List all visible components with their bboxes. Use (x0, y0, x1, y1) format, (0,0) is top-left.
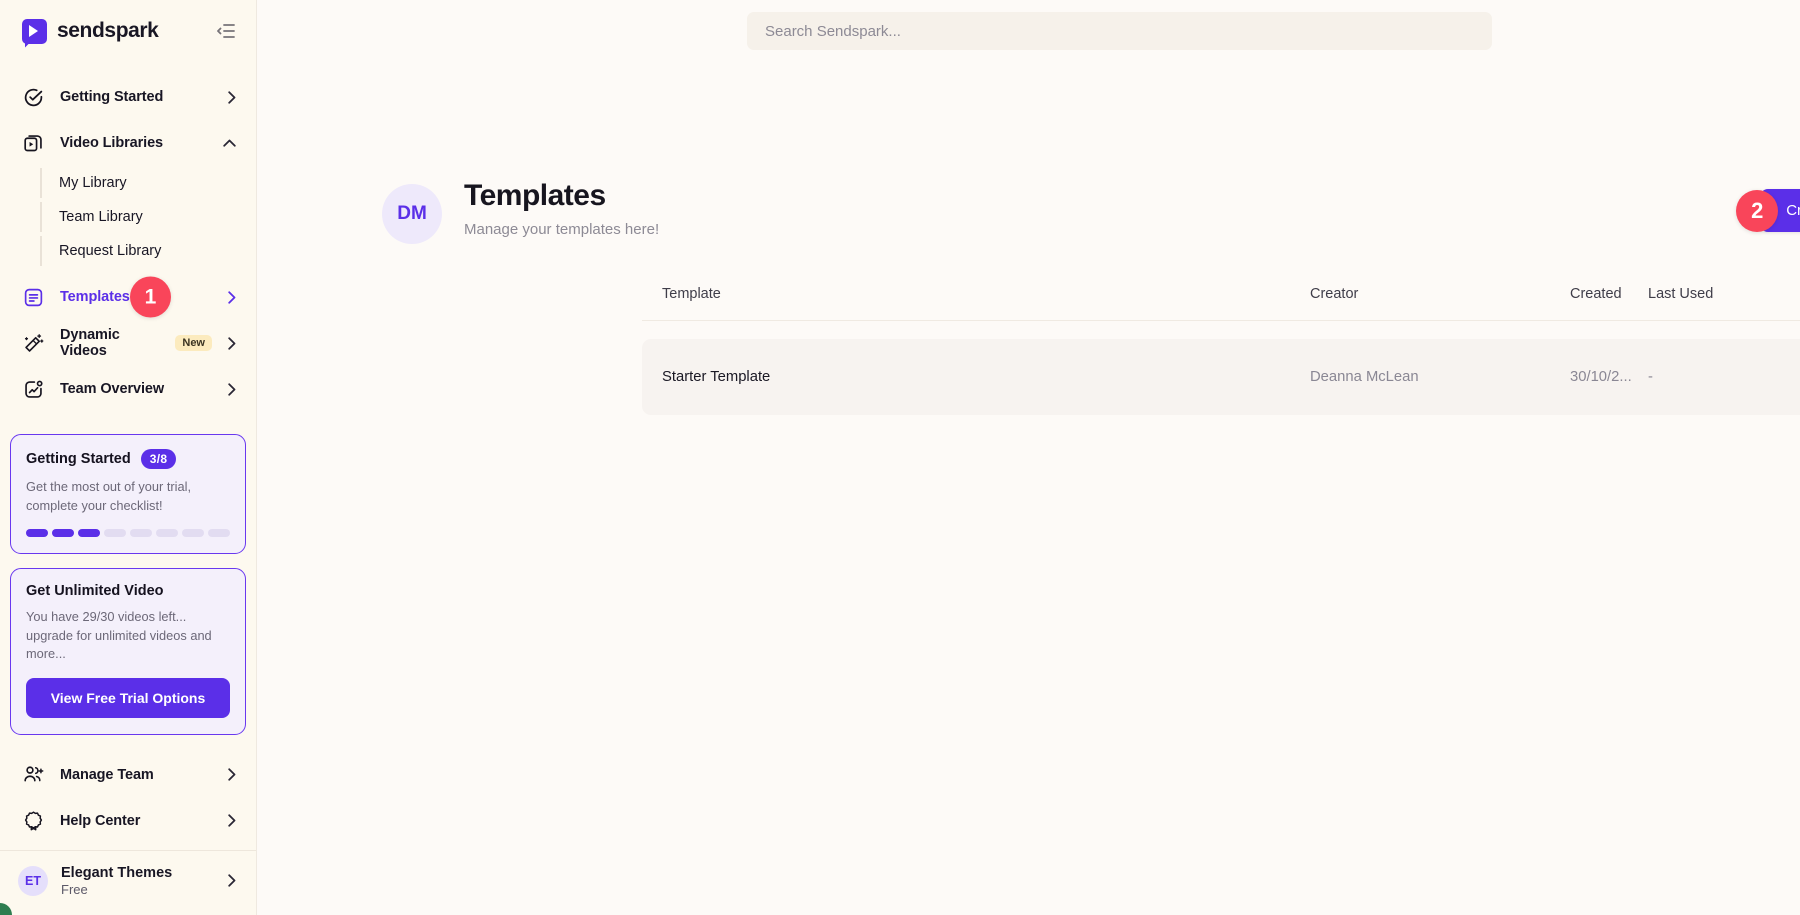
chevron-right-icon (228, 814, 236, 827)
step (156, 529, 178, 538)
users-add-icon (22, 764, 44, 786)
card-title: Get Unlimited Video (26, 583, 164, 600)
progress-pill: 3/8 (140, 449, 177, 469)
sidebar: sendspark Getting Started Video Librarie… (0, 0, 257, 915)
step (182, 529, 204, 538)
sidebar-item-team-library[interactable]: Team Library (0, 200, 256, 234)
sidebar-item-manage-team[interactable]: Manage Team (0, 752, 256, 798)
page-header-actions: 2 Create Template (1736, 179, 1800, 232)
user-plan: Free (61, 881, 88, 897)
chevron-right-icon (228, 336, 236, 350)
column-header-template[interactable]: Template (642, 286, 1310, 321)
getting-started-card[interactable]: Getting Started 3/8 Get the most out of … (10, 434, 246, 555)
sendspark-logo-icon (22, 18, 47, 44)
sidebar-subitem-label: My Library (59, 175, 127, 191)
page-title: Templates (464, 179, 606, 212)
check-circle-icon (22, 86, 44, 108)
sidebar-item-video-libraries[interactable]: Video Libraries (0, 120, 256, 166)
page-avatar: DM (382, 184, 442, 244)
page-subtitle: Manage your templates here! (464, 221, 660, 238)
main-content: DM Templates Manage your templates here!… (257, 0, 1800, 915)
cell-creator: Deanna McLean (1310, 338, 1570, 415)
collapse-sidebar-icon[interactable] (214, 19, 238, 43)
brand-name: sendspark (57, 19, 159, 42)
sidebar-item-label: Templates (60, 289, 130, 305)
sidebar-item-dynamic-videos[interactable]: Dynamic Videos New (0, 320, 256, 366)
step (52, 529, 74, 538)
step (104, 529, 126, 538)
primary-nav: Getting Started Video Libraries My Libra… (0, 62, 256, 412)
card-description: You have 29/30 videos left... upgrade fo… (26, 609, 212, 662)
cell-last-used: - (1648, 338, 1800, 415)
column-header-creator[interactable]: Creator (1310, 286, 1570, 321)
step (78, 529, 100, 538)
sidebar-item-team-overview[interactable]: Team Overview (0, 366, 256, 412)
view-free-trial-options-button[interactable]: View Free Trial Options (26, 677, 230, 718)
chevron-right-icon (228, 768, 236, 781)
card-title: Getting Started (26, 451, 131, 467)
sidebar-item-request-library[interactable]: Request Library (0, 234, 256, 268)
card-description: Get the most out of your trial, complete… (26, 479, 192, 513)
user-profile-row[interactable]: ET Elegant Themes Free (0, 851, 256, 911)
user-info: Elegant Themes Free (61, 864, 172, 898)
templates-table: Template Creator Created Last Used Start… (642, 286, 1800, 415)
column-header-last-used[interactable]: Last Used (1648, 286, 1800, 321)
sidebar-item-getting-started[interactable]: Getting Started (0, 74, 256, 120)
sidebar-item-help-center[interactable]: Help Center (0, 798, 256, 844)
video-library-icon (22, 132, 44, 154)
chevron-right-icon (228, 90, 236, 104)
step (208, 529, 230, 538)
page-header: DM Templates Manage your templates here!… (257, 179, 1800, 244)
sidebar-item-label: Dynamic Videos (60, 327, 120, 359)
progress-steps (26, 529, 230, 538)
topbar (257, 0, 1800, 62)
annotation-badge-1: 1 (130, 276, 171, 318)
cell-template-name: Starter Template (642, 338, 1310, 415)
sidebar-item-label: Getting Started (60, 89, 164, 105)
chevron-right-icon (228, 382, 236, 396)
annotation-badge-2: 2 (1736, 189, 1779, 232)
sidebar-item-label: Video Libraries (60, 135, 163, 151)
sidebar-subitem-label: Request Library (59, 243, 162, 259)
chart-photo-icon (22, 378, 44, 400)
sidebar-item-label: Team Overview (60, 381, 165, 397)
trial-upgrade-card: Get Unlimited Video You have 29/30 video… (10, 568, 246, 735)
page-header-text: Templates Manage your templates here! (464, 179, 659, 238)
content-area: DM Templates Manage your templates here!… (257, 179, 1800, 415)
badge-help-icon (22, 810, 44, 832)
step (26, 529, 48, 538)
new-tag: New (175, 335, 212, 351)
column-header-created[interactable]: Created (1570, 286, 1648, 321)
brand-row: sendspark (0, 0, 256, 62)
app-root: sendspark Getting Started Video Librarie… (0, 0, 1800, 915)
step (130, 529, 152, 538)
table-header-row: Template Creator Created Last Used (642, 286, 1800, 321)
table-row[interactable]: Starter Template Deanna McLean 30/10/2..… (642, 338, 1800, 415)
chevron-right-icon (228, 874, 236, 888)
table-header: Template Creator Created Last Used (642, 286, 1800, 321)
table-body: Starter Template Deanna McLean 30/10/2..… (642, 321, 1800, 415)
video-libraries-sublist: My Library Team Library Request Library (0, 166, 256, 268)
magic-wand-icon (22, 332, 44, 354)
search-input[interactable] (747, 12, 1492, 50)
card-title-row: Getting Started 3/8 (26, 449, 230, 469)
sidebar-bottom-nav: Manage Team Help Center ET Elegant Theme… (0, 752, 256, 915)
chevron-up-icon (223, 139, 236, 147)
chevron-right-icon (228, 290, 236, 304)
sidebar-item-label: Help Center (60, 812, 141, 829)
avatar: ET (18, 865, 48, 896)
table-spacer (642, 321, 1800, 339)
sidebar-item-label: Manage Team (60, 766, 154, 783)
sidebar-item-templates[interactable]: Templates 1 (0, 274, 256, 320)
sidebar-item-my-library[interactable]: My Library (0, 166, 256, 200)
cell-created: 30/10/2... (1570, 338, 1648, 415)
document-lines-icon (22, 286, 44, 308)
user-name: Elegant Themes (61, 864, 173, 881)
sidebar-subitem-label: Team Library (59, 209, 143, 225)
templates-table-wrapper: Template Creator Created Last Used Start… (642, 286, 1800, 415)
